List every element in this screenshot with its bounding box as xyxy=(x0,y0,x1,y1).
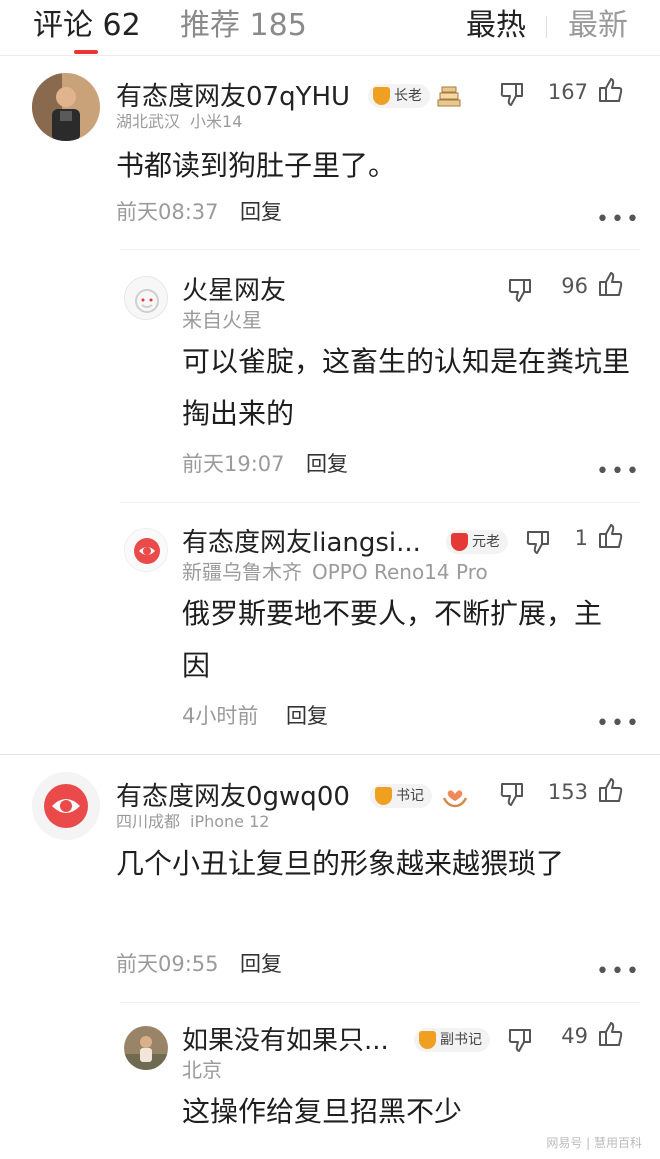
reply-divider xyxy=(120,1002,640,1003)
like-count: 49 xyxy=(561,1024,588,1048)
more-icon[interactable]: ••• xyxy=(596,713,641,735)
avatar[interactable] xyxy=(124,276,168,320)
reply-username[interactable]: 如果没有如果只... xyxy=(182,1024,389,1058)
more-icon[interactable]: ••• xyxy=(596,461,641,483)
reply-text: 这操作给复旦招黑不少 xyxy=(182,1095,463,1128)
user-rank-badge: 书记 xyxy=(370,784,432,808)
comment-text: 几个小丑让复旦的形象越来越猥琐了 xyxy=(116,847,565,880)
comment-location: 湖北武汉 小米14 xyxy=(116,112,243,131)
user-rank-badge: 副书记 xyxy=(414,1028,490,1052)
reply-username[interactable]: 火星网友 xyxy=(182,274,286,308)
more-icon[interactable]: ••• xyxy=(596,961,641,983)
dislike-icon[interactable] xyxy=(498,80,526,108)
reply-button[interactable]: 回复 xyxy=(240,950,282,978)
comment-text: 书都读到狗肚子里了。 xyxy=(116,149,397,182)
shield-icon xyxy=(373,87,390,105)
shield-icon xyxy=(451,533,468,551)
comment-username[interactable]: 有态度网友07qYHU xyxy=(116,80,350,114)
comment-divider xyxy=(0,754,660,755)
like-icon[interactable] xyxy=(596,776,624,804)
comment-header: 评论 62 推荐 185 最热 最新 xyxy=(0,0,660,56)
tab-comments[interactable]: 评论 62 xyxy=(33,4,141,48)
like-icon[interactable] xyxy=(596,522,624,550)
tab-recommend[interactable]: 推荐 185 xyxy=(180,4,307,48)
shield-icon xyxy=(375,787,392,805)
reply-location: 来自火星 xyxy=(182,308,262,332)
sort-hot-button[interactable]: 最热 xyxy=(466,4,526,48)
reply-location: 新疆乌鲁木齐 OPPO Reno14 Pro xyxy=(182,560,488,584)
reply-text: 可以雀腚，这畜生的认知是在粪坑里掏出来的 xyxy=(182,345,631,430)
like-count: 153 xyxy=(547,780,588,804)
dislike-icon[interactable] xyxy=(506,276,534,304)
reply-time: 前天19:07 xyxy=(182,452,285,476)
watermark: 网易号 | 慧用百科 xyxy=(546,1136,642,1150)
books-icon xyxy=(437,86,461,107)
comment-username[interactable]: 有态度网友0gwq00 xyxy=(116,780,350,814)
avatar[interactable] xyxy=(124,528,168,572)
reply-text: 俄罗斯要地不要人，不断扩展，主因 xyxy=(182,597,603,682)
avatar[interactable] xyxy=(32,73,100,141)
dislike-icon[interactable] xyxy=(498,780,526,808)
shield-icon xyxy=(419,1031,436,1049)
more-icon[interactable]: ••• xyxy=(596,209,641,231)
dislike-icon[interactable] xyxy=(524,528,552,556)
avatar[interactable] xyxy=(32,772,100,840)
reply-button[interactable]: 回复 xyxy=(240,198,282,226)
active-tab-indicator xyxy=(74,50,98,54)
reply-button[interactable]: 回复 xyxy=(286,702,328,730)
like-icon[interactable] xyxy=(596,76,624,104)
user-rank-badge: 元老 xyxy=(446,530,508,554)
like-count: 1 xyxy=(574,526,588,550)
dislike-icon[interactable] xyxy=(506,1026,534,1054)
comment-time: 前天08:37 xyxy=(116,200,219,224)
user-rank-badge: 长老 xyxy=(368,84,430,108)
like-icon[interactable] xyxy=(596,270,624,298)
reply-button[interactable]: 回复 xyxy=(306,450,348,478)
reply-divider xyxy=(120,502,640,503)
sort-divider xyxy=(546,16,547,38)
avatar[interactable] xyxy=(124,1026,168,1070)
reply-username[interactable]: 有态度网友liangsi... xyxy=(182,526,421,560)
reply-time: 4小时前 xyxy=(182,704,259,728)
like-count: 167 xyxy=(547,80,588,104)
like-icon[interactable] xyxy=(596,1020,624,1048)
like-count: 96 xyxy=(561,274,588,298)
reply-divider xyxy=(120,249,640,250)
reply-location: 北京 xyxy=(182,1058,222,1082)
comment-location: 四川成都 iPhone 12 xyxy=(116,812,270,831)
comment-time: 前天09:55 xyxy=(116,952,219,976)
sort-new-button[interactable]: 最新 xyxy=(568,4,628,48)
hands-heart-icon xyxy=(442,790,468,808)
